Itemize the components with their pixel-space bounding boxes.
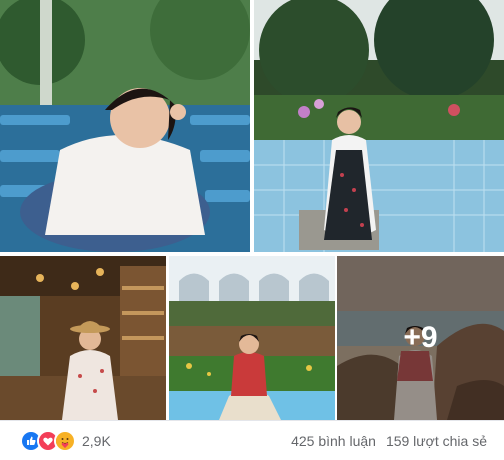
photo-4-image (169, 256, 335, 420)
care-icon (54, 429, 76, 452)
photo-1[interactable] (0, 0, 250, 252)
photo-2-image (254, 0, 504, 252)
photo-grid: +9 (0, 0, 504, 420)
photo-4[interactable] (169, 256, 335, 420)
photo-1-image (0, 0, 250, 252)
photo-2[interactable] (254, 0, 504, 252)
reactions[interactable]: 2,9K (20, 429, 111, 452)
photo-3-image (0, 256, 166, 420)
comment-count[interactable]: 425 bình luận (291, 433, 376, 449)
share-count[interactable]: 159 lượt chia sẻ (386, 433, 487, 449)
post-footer: 2,9K 425 bình luận 159 lượt chia sẻ (0, 420, 504, 460)
reaction-count: 2,9K (82, 432, 111, 449)
photo-5-more[interactable]: +9 (337, 256, 504, 420)
photo-3[interactable] (0, 256, 166, 420)
more-photos-count: +9 (403, 321, 438, 354)
more-photos-overlay[interactable]: +9 (337, 256, 504, 420)
